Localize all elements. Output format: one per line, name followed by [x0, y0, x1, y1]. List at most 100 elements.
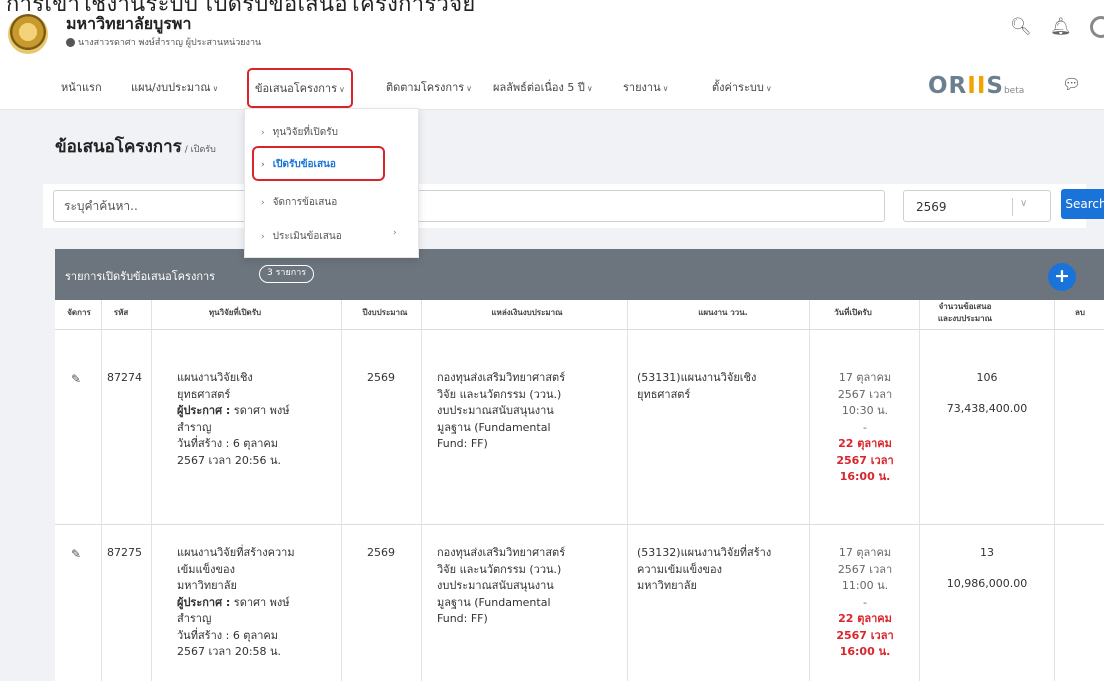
chevron-right-icon: ›: [261, 128, 265, 138]
menu-item-evaluate-proposals[interactable]: › ประเมินข้อเสนอ: [261, 229, 342, 244]
nav-proposal-label: ข้อเสนอโครงการ: [255, 82, 338, 95]
row2-announcer: รดาศา พงษ์: [230, 595, 290, 609]
row1-fund-link[interactable]: แผนงานวิจัยเชิง ยุทธศาสตร์: [177, 370, 337, 403]
proposal-list-card: รายการเปิดรับข้อเสนอโครงการ 3 รายการ + จ…: [55, 249, 1104, 681]
nav-budget[interactable]: แผน/งบประมาณ ∨: [131, 78, 218, 96]
row2-source-line: กองทุนส่งเสริมวิทยาศาสตร์: [437, 546, 566, 559]
nav-budget-label: แผน/งบประมาณ: [131, 81, 211, 94]
search-bar: 2569 ∨ Search: [43, 184, 1104, 228]
col-rule: [421, 300, 422, 681]
row1-close-line: 16:00 น.: [839, 470, 891, 483]
row2-count-link[interactable]: 13: [921, 545, 1053, 562]
brand-text-end: S: [986, 73, 1004, 99]
nav-outcome-label: ผลลัพธ์ต่อเนื่อง 5 ปี: [493, 81, 585, 94]
row1-amount: 73,438,400.00: [946, 401, 1028, 415]
brand-beta: beta: [1003, 86, 1025, 96]
app-header: มหาวิทยาลัยบูรพา นางสาวรดาศา พงษ์สำราญ ผ…: [0, 12, 1104, 64]
row2-source: กองทุนส่งเสริมวิทยาศาสตร์ วิจัย และนวัตก…: [437, 545, 623, 628]
col-header-open-date: วันที่เปิดรับ: [834, 308, 872, 317]
col-header-count: จำนวนข้อเสนอ: [938, 302, 992, 311]
row2-fund-line: แผนงานวิจัยที่สร้างความ: [177, 546, 295, 559]
row1-fund-line: แผนงานวิจัยเชิง: [177, 371, 253, 384]
row-rule: [55, 524, 1104, 525]
row2-created-cont: 2567 เวลา 20:58 น.: [177, 645, 282, 658]
row1-plan-line: (53131)แผนงานวิจัยเชิง: [637, 371, 757, 384]
chat-icon[interactable]: 💬︎: [1062, 75, 1081, 93]
col-header-plan: แผนงาน ววน.: [698, 308, 748, 317]
col-rule: [151, 300, 152, 681]
chevron-right-icon: ›: [261, 198, 265, 208]
menu-item-label: ทุนวิจัยที่เปิดรับ: [272, 127, 338, 138]
page-title-text: ข้อเสนอโครงการ: [55, 137, 182, 157]
row2-fund-line: มหาวิทยาลัย: [177, 579, 237, 592]
row1-close-line: 2567 เวลา: [836, 453, 894, 467]
edit-icon[interactable]: ✎: [71, 372, 81, 386]
row2-plan-line: ความเข้มแข็งของ: [637, 562, 722, 576]
col-rule: [627, 300, 628, 681]
search-icon[interactable]: 🔍︎: [1010, 17, 1032, 37]
row2-close-line: 2567 เวลา: [836, 628, 894, 642]
row1-source-line: งบประมาณสนับสนุนงาน: [437, 404, 554, 417]
col-rule: [919, 300, 920, 681]
row1-announcer: รดาศา พงษ์: [230, 404, 290, 417]
row1-source-line: วิจัย และนวัตกรรม (ววน.): [437, 387, 562, 401]
year-select-value: 2569: [916, 200, 947, 214]
search-button[interactable]: Search: [1061, 189, 1104, 219]
current-user: นางสาวรดาศา พงษ์สำราญ ผู้ประสานหน่วยงาน: [66, 35, 261, 49]
count-badge: 3 รายการ: [259, 265, 315, 283]
row1-announcer-label: ผู้ประกาศ :: [177, 404, 231, 417]
chevron-right-icon: ›: [261, 160, 265, 170]
bell-icon[interactable]: 🔔︎: [1050, 17, 1072, 37]
nav-tracking[interactable]: ติดตามโครงการ ∨: [386, 78, 472, 96]
nav-settings-label: ตั้งค่าระบบ: [712, 81, 764, 94]
brand-text-accent: II: [967, 73, 987, 99]
university-logo[interactable]: [8, 14, 48, 54]
row1-year: 2569: [367, 371, 395, 384]
row2-date-sep: -: [863, 595, 867, 609]
menu-item-open-proposals[interactable]: › เปิดรับข้อเสนอ: [261, 157, 336, 172]
row2-plan-line: (53132)แผนงานวิจัยที่สร้าง: [637, 546, 772, 559]
row1-fund: แผนงานวิจัยเชิง ยุทธศาสตร์ ผู้ประกาศ : รด…: [177, 370, 337, 469]
row2-code: 87275: [107, 546, 142, 559]
avatar[interactable]: [1090, 16, 1104, 38]
row1-count-link[interactable]: 106: [921, 370, 1053, 387]
col-header-code: รหัส: [113, 308, 129, 317]
card-title: รายการเปิดรับข้อเสนอโครงการ: [65, 270, 216, 283]
brand-logo[interactable]: ORIISbeta: [928, 73, 1024, 99]
row2-open-line: 17 ตุลาคม: [838, 546, 892, 559]
col-header-source: แหล่งเงินงบประมาณ: [491, 308, 563, 317]
edit-icon[interactable]: ✎: [71, 547, 81, 561]
menu-item-open-funds[interactable]: › ทุนวิจัยที่เปิดรับ: [261, 125, 338, 140]
chevron-right-icon: ›: [393, 228, 397, 238]
nav-outcome[interactable]: ผลลัพธ์ต่อเนื่อง 5 ปี ∨: [493, 78, 593, 96]
search-input[interactable]: [53, 190, 885, 222]
chevron-down-icon: ∨: [466, 84, 473, 93]
nav-tracking-label: ติดตามโครงการ: [386, 81, 465, 94]
row2-plan-line: มหาวิทยาลัย: [637, 579, 697, 592]
row1-plan: (53131)แผนงานวิจัยเชิง ยุทธศาสตร์: [637, 370, 807, 403]
menu-item-label: ประเมินข้อเสนอ: [272, 231, 342, 242]
nav-home[interactable]: หน้าแรก: [61, 78, 102, 96]
row2-fund-link[interactable]: แผนงานวิจัยที่สร้างความ เข้มแข็งของ มหาวิท…: [177, 545, 342, 595]
nav-settings[interactable]: ตั้งค่าระบบ ∨: [712, 78, 772, 96]
row1-source-line: Fund: FF): [437, 437, 488, 450]
user-icon: [66, 37, 75, 47]
menu-item-manage-proposals[interactable]: › จัดการข้อเสนอ: [261, 195, 337, 210]
header-rule: [55, 329, 1104, 330]
row1-source-line: มูลฐาน (Fundamental: [437, 420, 551, 434]
nav-proposal[interactable]: ข้อเสนอโครงการ ∨: [247, 68, 353, 108]
row2-close-line: 16:00 น.: [839, 645, 891, 658]
col-header-budget: และงบประมาณ: [937, 314, 993, 323]
row1-source-line: กองทุนส่งเสริมวิทยาศาสตร์: [437, 371, 566, 384]
breadcrumb: / เปิดรับ: [184, 145, 216, 155]
year-select[interactable]: 2569 ∨: [903, 190, 1051, 222]
add-button[interactable]: +: [1048, 263, 1076, 291]
row2-source-line: มูลฐาน (Fundamental: [437, 595, 551, 609]
row2-count-amount: 13 10,986,000.00: [921, 545, 1053, 592]
nav-report[interactable]: รายงาน ∨: [623, 78, 668, 96]
row2-open-line: 2567 เวลา: [837, 562, 893, 576]
row2-open-line: 11:00 น.: [841, 579, 889, 592]
main-nav: หน้าแรก แผน/งบประมาณ ∨ ข้อเสนอโครงการ ∨ ติ…: [0, 64, 1104, 110]
year-select-divider: [1012, 198, 1013, 216]
university-name: มหาวิทยาลัยบูรพา: [66, 14, 192, 33]
